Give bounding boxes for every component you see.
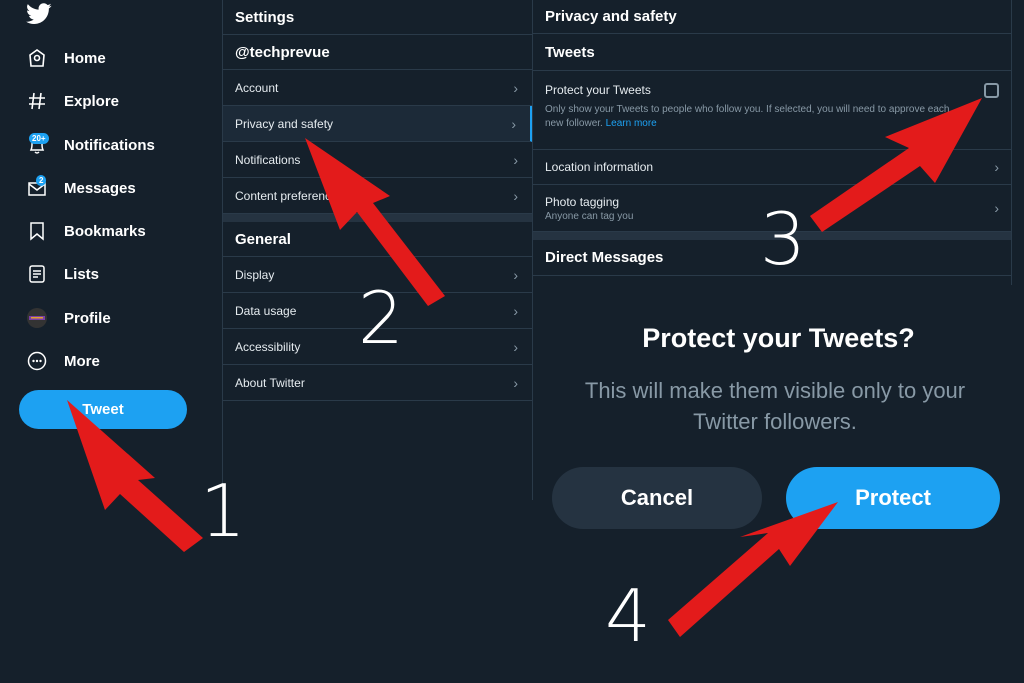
nav-item-bookmarks[interactable]: Bookmarks [26,216,146,246]
chevron-right-icon: › [513,151,518,168]
settings-item-privacy[interactable]: Privacy and safety › [223,106,532,142]
settings-item-label: Data usage [235,303,297,318]
left-nav: Home Explore 20+ Notifications 2 Message… [0,0,222,500]
hashtag-icon [26,90,48,112]
nav-item-label: Notifications [64,136,155,154]
more-icon [26,350,48,372]
location-information-row[interactable]: Location information › [533,150,1011,185]
settings-panel: Settings @techprevue Account › Privacy an… [222,0,533,500]
chevron-right-icon: › [513,187,518,204]
chevron-right-icon: › [513,79,518,96]
tweet-button[interactable]: Tweet [19,390,187,429]
settings-item-about[interactable]: About Twitter › [223,365,532,401]
nav-item-label: More [64,352,100,370]
nav-item-label: Explore [64,92,120,110]
bell-icon: 20+ [26,133,49,156]
settings-item-label: Display [235,267,275,282]
avatar [26,307,48,329]
nav-item-lists[interactable]: Lists [26,259,99,289]
settings-item-label: Privacy and safety [235,116,334,131]
twitter-logo-icon[interactable] [26,3,52,25]
protect-button[interactable]: Protect [786,467,1000,529]
settings-item-label: About Twitter [235,375,305,390]
protect-tweets-label: Protect your Tweets [545,83,651,97]
cancel-button[interactable]: Cancel [552,467,762,529]
chevron-right-icon: › [513,338,518,355]
settings-item-content-preferences[interactable]: Content preferences › [223,178,532,214]
settings-item-label: Content preferences [235,188,344,203]
dialog-body: This will make them visible only to your… [584,378,966,434]
location-information-label: Location information [545,160,654,174]
nav-item-label: Profile [64,309,111,327]
privacy-title: Privacy and safety [533,0,1011,34]
step-number-4: 4 [605,574,651,658]
chevron-right-icon: › [511,115,516,132]
general-title: General [223,222,532,257]
nav-item-profile[interactable]: Profile [26,303,111,333]
chevron-right-icon: › [994,200,999,216]
chevron-right-icon: › [513,302,518,319]
nav-item-label: Messages [64,179,136,197]
account-handle: @techprevue [223,35,532,70]
notifications-badge: 20+ [29,133,49,144]
section-divider [223,214,532,222]
step-number-1: 1 [200,469,246,553]
photo-tagging-sub: Anyone can tag you [545,210,634,222]
mail-icon: 2 [26,175,48,199]
nav-item-messages[interactable]: 2 Messages [26,173,136,203]
list-icon [26,263,48,285]
learn-more-link[interactable]: Learn more [606,118,657,129]
chevron-right-icon: › [513,266,518,283]
home-icon [26,47,48,69]
settings-item-label: Account [235,80,279,95]
step-number-3: 3 [760,197,806,281]
step-number-2: 2 [358,276,404,360]
settings-item-label: Notifications [235,152,301,167]
tweets-section-title: Tweets [533,34,1011,71]
nav-item-label: Bookmarks [64,222,146,240]
nav-item-label: Home [64,49,106,67]
nav-item-more[interactable]: More [26,346,100,376]
nav-item-home[interactable]: Home [26,43,106,73]
settings-item-notifications[interactable]: Notifications › [223,142,532,178]
chevron-right-icon: › [994,159,999,175]
nav-item-notifications[interactable]: 20+ Notifications [26,130,155,160]
photo-tagging-label: Photo tagging [545,194,620,209]
protect-tweets-checkbox[interactable] [984,83,999,98]
dialog-title: Protect your Tweets? [642,323,915,353]
protect-tweets-row[interactable]: Protect your Tweets Only show your Tweet… [533,71,1011,150]
nav-item-explore[interactable]: Explore [26,86,119,116]
settings-title: Settings [223,0,532,35]
settings-item-account[interactable]: Account › [223,70,532,106]
nav-item-label: Lists [64,265,100,283]
bookmark-icon [26,220,48,242]
chevron-right-icon: › [513,374,518,391]
settings-item-label: Accessibility [235,339,301,354]
